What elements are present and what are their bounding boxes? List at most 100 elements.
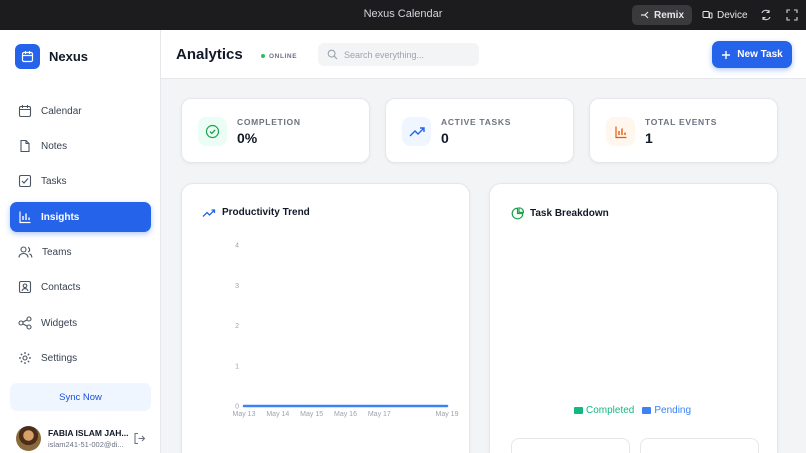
stat-value: 0 (441, 130, 449, 146)
stat-card-completion: COMPLETION 0% (181, 98, 370, 163)
y-tick-label: 4 (235, 243, 239, 250)
stat-label: ACTIVE TASKS (441, 117, 512, 127)
sidebar-item-settings[interactable]: Settings (10, 343, 151, 373)
contact-icon (18, 280, 32, 294)
sidebar-item-calendar[interactable]: Calendar (10, 96, 151, 126)
brand-name: Nexus (49, 49, 89, 64)
trend-point (243, 405, 245, 407)
breakdown-panel: Task Breakdown Completed Pending (489, 183, 778, 453)
trend-point (378, 405, 381, 407)
legend-item-pending[interactable]: Pending (642, 405, 691, 416)
chart-legend: Completed Pending (574, 405, 691, 416)
breakdown-card-pending (640, 438, 759, 453)
brand[interactable]: Nexus (15, 44, 88, 69)
sidebar-item-teams[interactable]: Teams (10, 237, 151, 267)
logout-icon[interactable] (133, 432, 146, 445)
sidebar-item-widgets[interactable]: Widgets (10, 308, 151, 338)
new-task-button[interactable]: New Task (712, 41, 792, 68)
sidebar: Nexus Calendar Notes Tasks Insights Team… (0, 30, 161, 453)
fullscreen-icon[interactable] (785, 8, 799, 22)
stat-card-total-events: TOTAL EVENTS 1 (589, 98, 778, 163)
page-title: Analytics (176, 46, 243, 63)
legend-label: Completed (586, 405, 635, 416)
remix-button[interactable]: Remix (632, 5, 693, 25)
trend-point (412, 405, 414, 407)
search-input[interactable] (344, 49, 464, 60)
trend-point (344, 405, 347, 407)
trending-up-icon (409, 126, 425, 136)
y-tick-label: 3 (235, 283, 239, 290)
page-header: Analytics ONLINE New Task (161, 30, 806, 79)
device-label: Device (717, 9, 748, 21)
pie-chart-icon (511, 207, 524, 220)
stat-value: 1 (645, 130, 653, 146)
sync-now-button[interactable]: Sync Now (10, 383, 151, 411)
remix-label: Remix (654, 9, 685, 21)
calendar-logo-icon (15, 44, 40, 69)
sidebar-item-label: Contacts (41, 281, 81, 293)
stat-value: 0% (237, 130, 258, 146)
bar-chart-icon (614, 126, 626, 138)
user-profile[interactable]: FABIA ISLAM JAH... islam241-51-002@di... (16, 425, 151, 453)
x-tick-label: May 17 (368, 411, 391, 418)
legend-label: Pending (654, 405, 692, 416)
device-icon (702, 11, 713, 19)
legend-swatch (642, 407, 652, 414)
legend-swatch (574, 407, 583, 414)
panel-title: Task Breakdown (511, 207, 609, 220)
bar-chart-icon (19, 211, 31, 224)
online-dot-icon (261, 54, 265, 58)
sidebar-item-insights[interactable]: Insights (10, 202, 151, 232)
y-tick-label: 2 (235, 323, 239, 330)
trend-point (277, 405, 279, 407)
x-tick-label: May 15 (300, 411, 323, 418)
search-box[interactable] (318, 43, 479, 66)
x-tick-label: May 19 (436, 411, 459, 418)
sidebar-item-tasks[interactable]: Tasks (10, 166, 151, 196)
sidebar-item-label: Insights (41, 211, 80, 223)
y-tick-label: 1 (235, 363, 239, 370)
breakdown-card-completed (511, 438, 630, 453)
productivity-line-chart: 0 1 2 3 4 May 13 May 14 May 15 May 16 May 17 May 1… (233, 243, 459, 419)
legend-item-completed[interactable]: Completed (574, 405, 634, 416)
sidebar-item-notes[interactable]: Notes (10, 131, 151, 161)
calendar-icon (18, 105, 32, 118)
search-icon (327, 49, 338, 60)
user-name: FABIA ISLAM JAH... (48, 428, 129, 438)
x-tick-label: May 13 (233, 411, 256, 418)
sidebar-item-label: Tasks (41, 175, 67, 187)
new-task-label: New Task (737, 49, 783, 60)
sidebar-item-contacts[interactable]: Contacts (10, 272, 151, 302)
check-circle-icon (205, 124, 220, 139)
gear-icon (19, 352, 31, 364)
y-tick-label: 0 (235, 404, 239, 411)
stat-card-active-tasks: ACTIVE TASKS 0 (385, 98, 574, 163)
stat-icon (198, 117, 227, 146)
sidebar-item-label: Teams (42, 246, 72, 258)
sidebar-item-label: Calendar (41, 105, 82, 117)
stat-icon (606, 117, 635, 146)
users-icon (18, 246, 33, 258)
productivity-panel: Productivity Trend 0 1 2 3 4 May 13 May 14 May … (181, 183, 470, 453)
checkbox-icon (18, 174, 32, 188)
avatar (16, 426, 41, 451)
status-label: ONLINE (269, 52, 298, 60)
trend-point (446, 405, 448, 407)
window-titlebar: Nexus Calendar Remix Device (0, 0, 806, 30)
x-tick-label: May 14 (266, 411, 289, 418)
plus-icon (722, 50, 731, 59)
trend-point (310, 405, 313, 407)
status-badge: ONLINE (256, 50, 302, 62)
remix-icon (641, 11, 649, 19)
refresh-icon[interactable] (759, 8, 773, 22)
panel-title-label: Task Breakdown (530, 208, 609, 219)
user-email: islam241-51-002@di... (48, 440, 124, 449)
stat-label: COMPLETION (237, 117, 301, 127)
stat-icon (402, 117, 431, 146)
sidebar-item-label: Notes (41, 140, 68, 152)
file-icon (20, 139, 30, 153)
share-icon (18, 316, 32, 330)
device-button[interactable]: Device (694, 5, 756, 25)
sidebar-item-label: Settings (41, 352, 78, 364)
stat-label: TOTAL EVENTS (645, 117, 718, 127)
